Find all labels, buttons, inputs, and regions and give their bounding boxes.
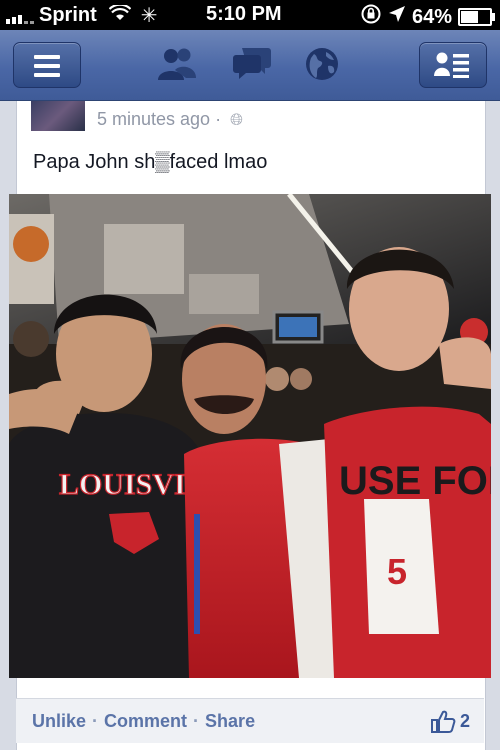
timestamp-separator: · (215, 109, 222, 129)
battery-icon (458, 8, 495, 26)
location-arrow-icon (388, 5, 406, 29)
messages-icon[interactable] (232, 46, 272, 87)
clock: 5:10 PM (206, 3, 282, 25)
activity-spinner-icon: ✳ (140, 5, 158, 27)
wifi-icon (108, 3, 132, 27)
like-count[interactable]: 2 (430, 708, 470, 734)
rotation-lock-icon (360, 3, 382, 31)
unlike-link[interactable]: Unlike (32, 711, 86, 731)
action-separator: · (92, 711, 99, 731)
profile-list-icon (434, 52, 469, 78)
facebook-nav-bar (0, 30, 500, 101)
photo-shirt-text-right: USE FOR (339, 459, 491, 503)
photo-jersey-number: 5 (387, 551, 407, 592)
globe-icon[interactable] (304, 46, 340, 87)
comment-link[interactable]: Comment (104, 711, 187, 731)
like-count-number: 2 (459, 710, 470, 731)
status-right: 64% (360, 3, 495, 31)
profile-button[interactable] (419, 42, 487, 88)
menu-icon (34, 55, 60, 82)
battery-percent: 64% (411, 5, 452, 28)
share-link[interactable]: Share (205, 711, 255, 731)
public-globe-icon: 🌐︎ (230, 112, 243, 129)
photo-illustration: LOUISVILLE USE FOR 5 (9, 194, 491, 678)
post-action-bar: Unlike · Comment · Share 2 (16, 698, 484, 743)
timestamp-text: 5 minutes ago (97, 109, 211, 129)
thumbs-up-icon (430, 710, 456, 733)
post-text: Papa John sh▒faced lmao (33, 151, 268, 173)
signal-icon (6, 8, 34, 24)
post-timestamp[interactable]: 5 minutes ago · 🌐︎ (97, 109, 243, 130)
battery-fill (461, 11, 478, 23)
menu-button[interactable] (13, 42, 81, 88)
status-bar: Sprint ✳ 5:10 PM 64% (0, 0, 500, 30)
post-photo[interactable]: LOUISVILLE USE FOR 5 (9, 194, 491, 678)
status-left: Sprint ✳ (6, 3, 158, 28)
carrier-label: Sprint (39, 4, 97, 26)
friends-icon[interactable] (156, 46, 198, 89)
action-separator: · (193, 711, 200, 731)
avatar[interactable] (31, 101, 85, 131)
post-actions: Unlike · Comment · Share (32, 711, 255, 732)
